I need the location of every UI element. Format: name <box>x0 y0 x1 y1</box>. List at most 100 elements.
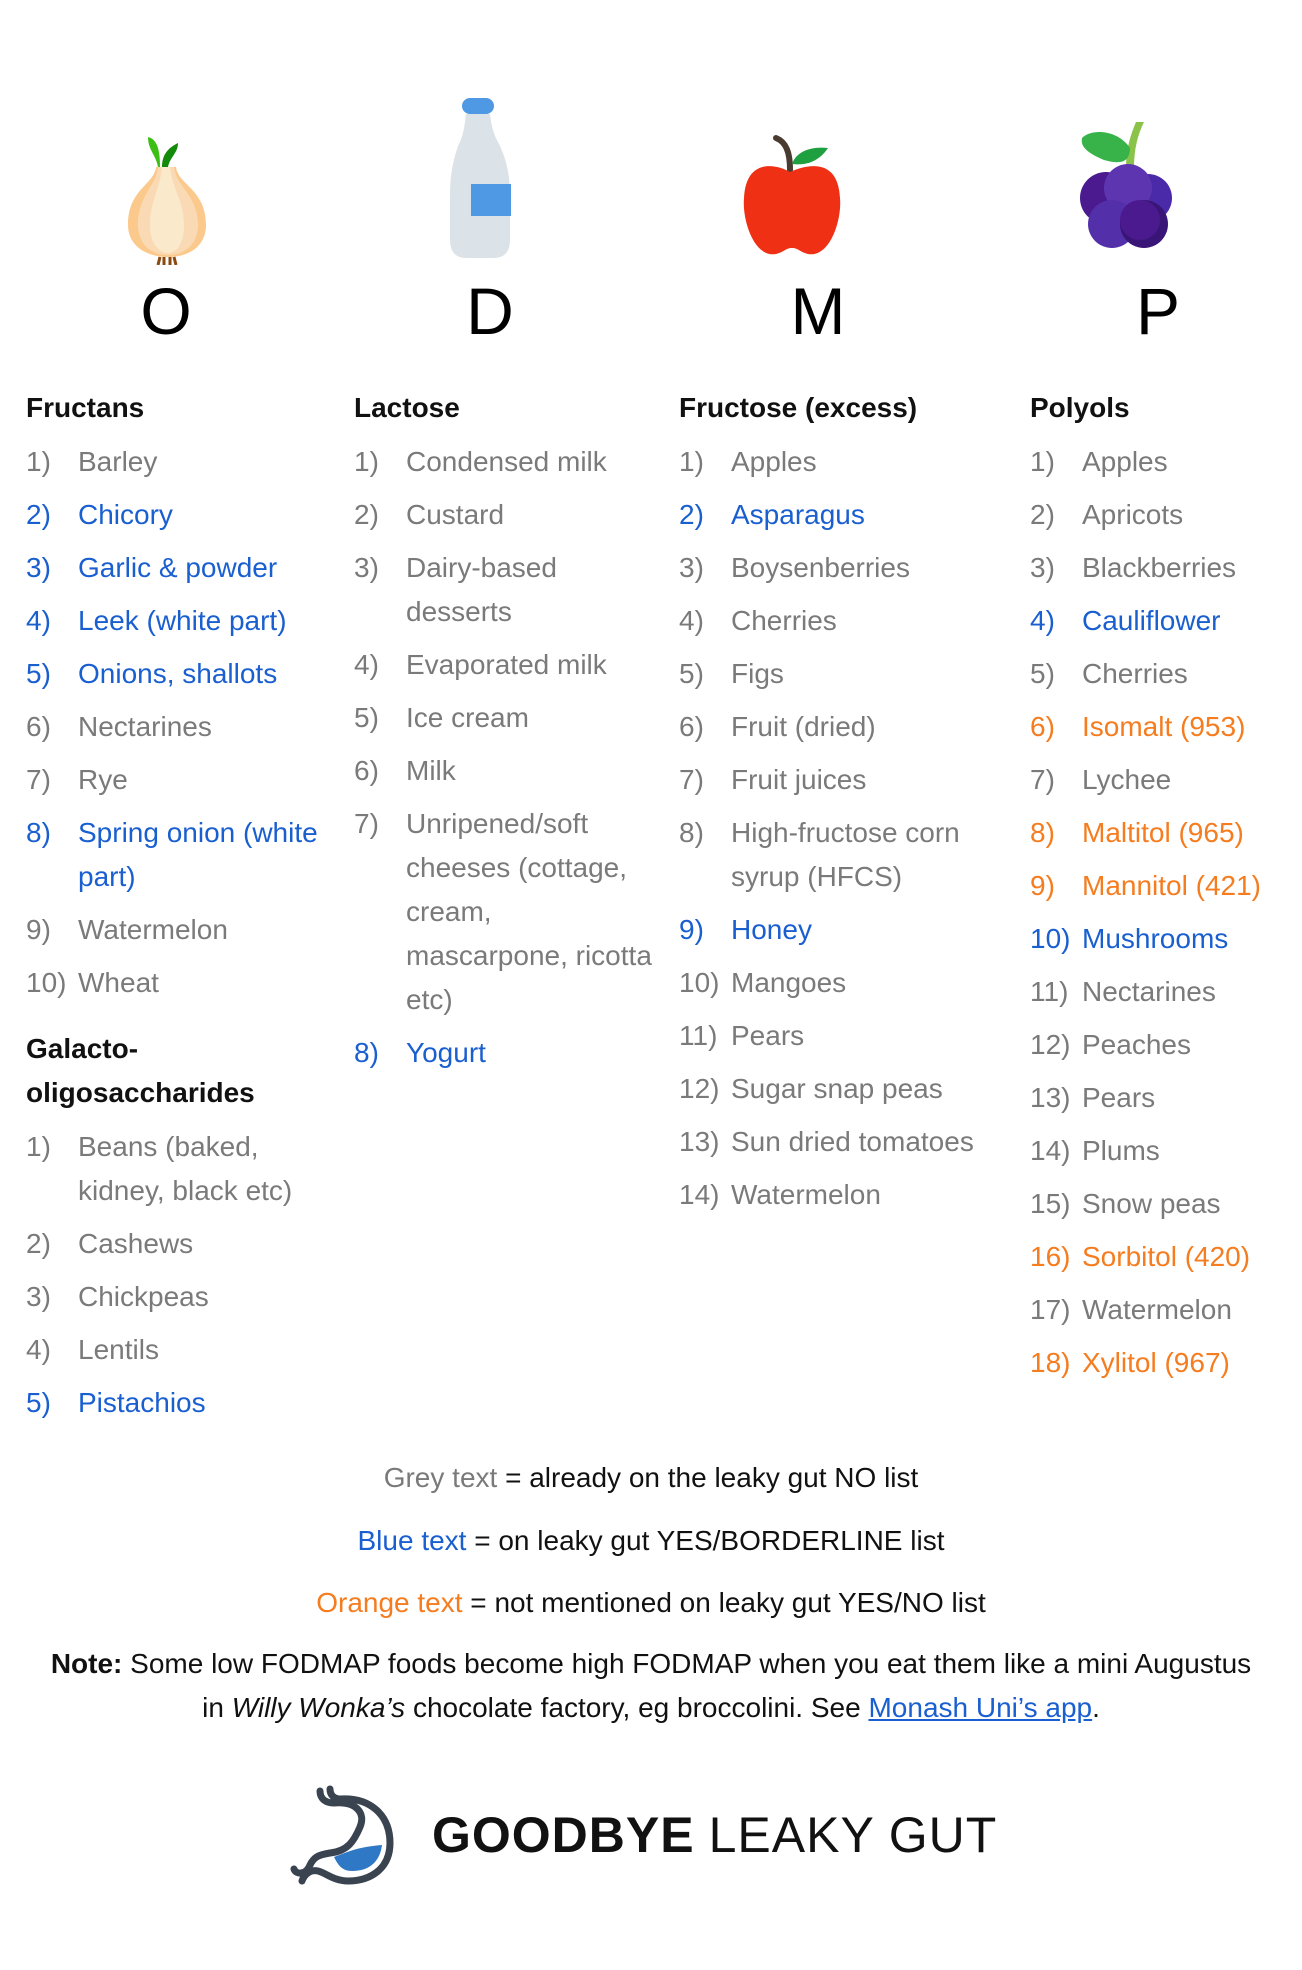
note-italic: Willy Wonka’s <box>231 1692 406 1723</box>
list-item: 11) Nectarines <box>1030 970 1302 1014</box>
item-text: Condensed milk <box>406 446 607 477</box>
list-item: 3) Boysenberries <box>679 546 979 590</box>
item-text: Nectarines <box>1082 976 1216 1007</box>
item-text: Lentils <box>78 1334 159 1365</box>
item-text: Xylitol (967) <box>1082 1347 1230 1378</box>
item-number: 5) <box>26 658 51 689</box>
item-text: Sorbitol (420) <box>1082 1241 1251 1272</box>
item-text: Mangoes <box>731 967 847 998</box>
list-item: 7) Lychee <box>1030 758 1302 802</box>
list-item: 7) Fruit juices <box>679 758 979 802</box>
list-item: 1) Beans (baked, kidney, black etc) <box>26 1125 326 1213</box>
list-item: 5) Onions, shallots <box>26 652 326 696</box>
item-text: Custard <box>406 499 505 530</box>
item-number: 14) <box>679 1179 720 1210</box>
list-item: 9) Watermelon <box>26 908 326 952</box>
item-text: Yogurt <box>406 1037 486 1068</box>
item-text: Maltitol (965) <box>1082 817 1244 848</box>
item-text: Barley <box>78 446 158 477</box>
item-text: Mushrooms <box>1082 923 1229 954</box>
legend-key: Grey text <box>383 1462 498 1493</box>
list-item: 1) Apples <box>679 440 979 484</box>
item-text: High-fructose corn syrup (HFCS) <box>731 817 960 892</box>
item-number: 13) <box>1030 1082 1071 1113</box>
legend-grey: Grey text = already on the leaky gut NO … <box>0 1460 1302 1496</box>
item-number: 1) <box>26 446 51 477</box>
item-text: Cherries <box>1082 658 1188 689</box>
list-item: 4) Cherries <box>679 599 979 643</box>
list-item: 16) Sorbitol (420) <box>1030 1235 1302 1279</box>
item-number: 11) <box>679 1020 718 1051</box>
food-list: 1) Apples 2) Asparagus 3) Boysenberries 4) Cher… <box>679 440 979 1217</box>
item-text: Unripened/soft cheeses (cottage, cream, … <box>406 808 652 1015</box>
item-text: Garlic & powder <box>78 552 278 583</box>
list-item: 6) Nectarines <box>26 705 326 749</box>
monash-app-link[interactable]: Monash Uni’s app <box>868 1692 1092 1723</box>
item-text: Honey <box>731 914 812 945</box>
category-title: Fructans <box>26 392 145 423</box>
legend-blue: Blue text = on leaky gut YES/BORDERLINE … <box>0 1523 1302 1559</box>
note-end: . <box>1092 1692 1100 1723</box>
item-text: Spring onion (white part) <box>78 817 318 892</box>
item-number: 6) <box>1030 711 1055 742</box>
list-item: 1) Apples <box>1030 440 1302 484</box>
item-number: 14) <box>1030 1135 1071 1166</box>
stomach-icon <box>290 1785 394 1885</box>
item-number: 5) <box>679 658 704 689</box>
blackberry-icon <box>1080 122 1172 248</box>
food-list: 1) Apples 2) Apricots 3) Blackberries 4) Caulif… <box>1030 440 1302 1385</box>
legend-desc: = on leaky gut YES/BORDERLINE list <box>466 1525 945 1556</box>
category-title: Polyols <box>1030 392 1130 423</box>
legend-desc: = not mentioned on leaky gut YES/NO list <box>462 1587 986 1618</box>
item-text: Onions, shallots <box>78 658 278 689</box>
category-title: Lactose <box>354 392 460 423</box>
legend-orange: Orange text = not mentioned on leaky gut… <box>0 1585 1302 1621</box>
note-label: Note: <box>50 1648 123 1679</box>
item-text: Figs <box>731 658 784 689</box>
item-number: 7) <box>26 764 51 795</box>
item-number: 6) <box>679 711 704 742</box>
item-number: 2) <box>26 499 51 530</box>
list-item: 5) Ice cream <box>354 696 654 740</box>
list-item: 10) Wheat <box>26 961 326 1005</box>
letter-d: D <box>466 274 514 348</box>
column-polyols: Polyols 1) Apples 2) Apricots 3) Blackberries 4… <box>1030 386 1302 1394</box>
list-item: 12) Peaches <box>1030 1023 1302 1067</box>
item-number: 4) <box>26 1334 51 1365</box>
list-item: 2) Apricots <box>1030 493 1302 537</box>
category-title: Galacto-oligosaccharides <box>26 1033 255 1108</box>
item-number: 12) <box>679 1073 720 1104</box>
item-number: 4) <box>26 605 51 636</box>
item-number: 9) <box>679 914 704 945</box>
item-text: Plums <box>1082 1135 1160 1166</box>
food-list: 1) Condensed milk 2) Custard 3) Dairy-based d… <box>354 440 654 1075</box>
list-item: 17) Watermelon <box>1030 1288 1302 1332</box>
item-text: Fruit juices <box>731 764 867 795</box>
item-text: Peaches <box>1082 1029 1191 1060</box>
item-number: 17) <box>1030 1294 1071 1325</box>
legend-key: Blue text <box>357 1525 467 1556</box>
item-text: Apricots <box>1082 499 1184 530</box>
list-item: 5) Figs <box>679 652 979 696</box>
item-text: Mannitol (421) <box>1082 870 1261 901</box>
list-item: 1) Barley <box>26 440 326 484</box>
item-text: Apples <box>731 446 817 477</box>
list-item: 12) Sugar snap peas <box>679 1067 979 1111</box>
list-item: 4) Lentils <box>26 1328 326 1372</box>
list-item: 8) Spring onion (white part) <box>26 811 326 899</box>
item-text: Wheat <box>78 967 159 998</box>
item-text: Cherries <box>731 605 837 636</box>
item-number: 10) <box>26 967 67 998</box>
item-text: Dairy-based desserts <box>406 552 557 627</box>
item-number: 1) <box>354 446 379 477</box>
item-text: Watermelon <box>1082 1294 1232 1325</box>
list-item: 7) Rye <box>26 758 326 802</box>
item-text: Nectarines <box>78 711 212 742</box>
list-item: 2) Chicory <box>26 493 326 537</box>
item-number: 13) <box>679 1126 720 1157</box>
item-number: 8) <box>354 1037 379 1068</box>
item-number: 10) <box>679 967 720 998</box>
column-disaccharides: Lactose 1) Condensed milk 2) Custard 3) Dairy-… <box>354 386 654 1084</box>
list-item: 5) Cherries <box>1030 652 1302 696</box>
item-text: Watermelon <box>731 1179 881 1210</box>
